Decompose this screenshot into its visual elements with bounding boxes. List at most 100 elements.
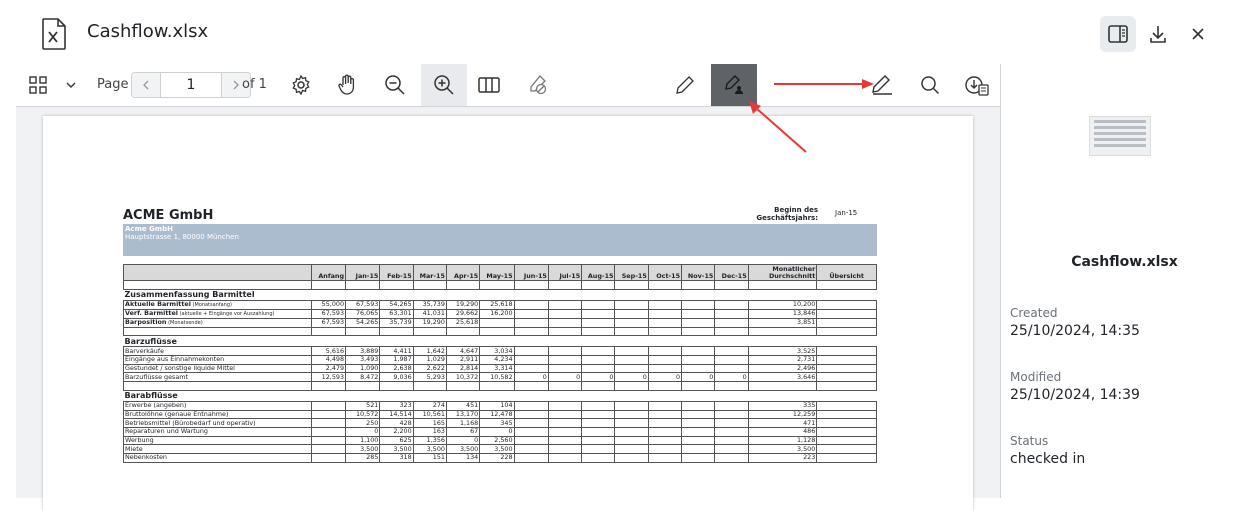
value-cell (816, 308, 877, 319)
pan-tool-button[interactable] (326, 64, 368, 106)
value-cell (681, 435, 716, 446)
zoom-out-button[interactable] (374, 64, 416, 106)
value-cell: 1,168 (445, 418, 481, 428)
value-cell: 3,314 (479, 363, 515, 374)
value-cell (816, 444, 877, 454)
row-label: Bruttolöhne (genaue Entnahme) (123, 409, 312, 420)
value-cell (614, 355, 649, 365)
value-cell: 1,642 (412, 346, 447, 357)
value-cell: 10,582 (479, 372, 515, 383)
empty-cell (747, 280, 818, 290)
value-cell (681, 444, 716, 454)
annotate-user-button[interactable] (711, 64, 757, 106)
search-button[interactable] (909, 64, 951, 106)
page-layout-button[interactable] (468, 64, 510, 106)
previous-page-button[interactable] (132, 73, 160, 97)
settings-button[interactable] (280, 64, 322, 106)
empty-cell (714, 280, 749, 290)
value-cell: 3,500 (412, 444, 447, 454)
value-cell (714, 418, 749, 428)
value-cell (816, 452, 877, 463)
value-cell: 2,911 (445, 355, 481, 365)
value-cell (714, 363, 749, 374)
value-cell (513, 299, 549, 310)
empty-cell (614, 381, 649, 391)
column-header: Jan-15 (345, 264, 381, 281)
empty-cell (513, 280, 549, 290)
zoom-in-button[interactable] (421, 64, 467, 106)
value-cell: 3,493 (345, 355, 381, 365)
value-cell (647, 346, 683, 357)
value-cell: 228 (479, 452, 515, 463)
value-cell: 19,290 (445, 299, 481, 310)
value-cell: 67 (445, 426, 481, 437)
value-cell (714, 317, 749, 328)
value-cell (581, 346, 616, 357)
close-icon (1192, 28, 1204, 40)
page-thumbnail[interactable] (1089, 116, 1151, 156)
value-cell (513, 355, 549, 365)
column-header: Monatlicher Durchschnitt (747, 264, 818, 281)
value-cell (647, 363, 683, 374)
empty-cell (614, 280, 649, 290)
value-cell: 54,265 (345, 317, 381, 328)
grid-view-button[interactable] (22, 64, 54, 106)
zoom-in-icon (434, 75, 454, 95)
value-cell (614, 452, 649, 463)
value-cell: 1,029 (412, 355, 447, 365)
value-cell: 55,000 (310, 299, 347, 310)
zoom-out-icon (385, 75, 405, 95)
row-label-text: Barverkäufe (125, 346, 165, 355)
value-cell: 223 (747, 452, 818, 463)
value-cell: 13,846 (747, 308, 818, 319)
download-icon (1150, 26, 1166, 43)
document-viewport[interactable]: ACME GmbH Beginn des Geschäftsjahrs: Jan… (16, 107, 1000, 511)
value-cell (581, 444, 616, 454)
company-title: ACME GmbH (123, 208, 214, 223)
empty-cell (345, 326, 381, 337)
table-row: Aktuelle Barmittel (Monatsanfang) 55,000 6… (123, 299, 877, 310)
download-button[interactable] (1140, 16, 1176, 52)
empty-cell (647, 280, 683, 290)
table-row: Miete 3,500 3,500 3,500 3,500 3,500 3,500 (123, 444, 877, 454)
value-cell: 151 (412, 452, 447, 463)
value-cell: 76,065 (345, 308, 381, 319)
page-number-input[interactable]: 1 (160, 73, 222, 97)
row-label: Barverkäufe (123, 346, 312, 357)
value-cell: 25,618 (479, 299, 515, 310)
view-menu-button[interactable] (60, 64, 82, 106)
sidebar-toggle-button[interactable] (1100, 16, 1136, 52)
page-navigator: 1 (131, 72, 251, 98)
value-cell (816, 355, 877, 365)
row-label-text: Betriebsmittel (Bürobedarf und operativ) (125, 418, 256, 427)
value-cell (547, 444, 583, 454)
close-button[interactable] (1180, 16, 1216, 52)
empty-cell (123, 381, 312, 391)
column-header: Mar-15 (412, 264, 447, 281)
empty-cell (816, 326, 877, 337)
draw-button[interactable] (664, 64, 706, 106)
banner-address: Hauptstrasse 1, 80000 München (125, 233, 239, 241)
value-cell (581, 400, 616, 411)
value-cell (816, 426, 877, 437)
value-cell: 471 (747, 418, 818, 428)
empty-cell (445, 280, 481, 290)
value-cell (816, 363, 877, 374)
value-cell (714, 435, 749, 446)
value-cell (681, 400, 716, 411)
sign-button[interactable] (861, 64, 903, 106)
value-cell (581, 355, 616, 365)
value-cell: 67,593 (310, 317, 347, 328)
column-header: May-15 (479, 264, 515, 281)
chevron-left-icon (143, 80, 149, 90)
value-cell (647, 308, 683, 319)
value-cell (310, 452, 347, 463)
value-cell (681, 317, 716, 328)
banner-company-name: Acme GmbH (125, 225, 173, 233)
pen-icon (676, 76, 694, 94)
column-header: Apr-15 (445, 264, 481, 281)
value-cell (310, 435, 347, 446)
value-cell: 2,200 (379, 426, 414, 437)
clear-annotations-button[interactable] (516, 64, 558, 106)
download-version-button[interactable] (956, 64, 998, 106)
